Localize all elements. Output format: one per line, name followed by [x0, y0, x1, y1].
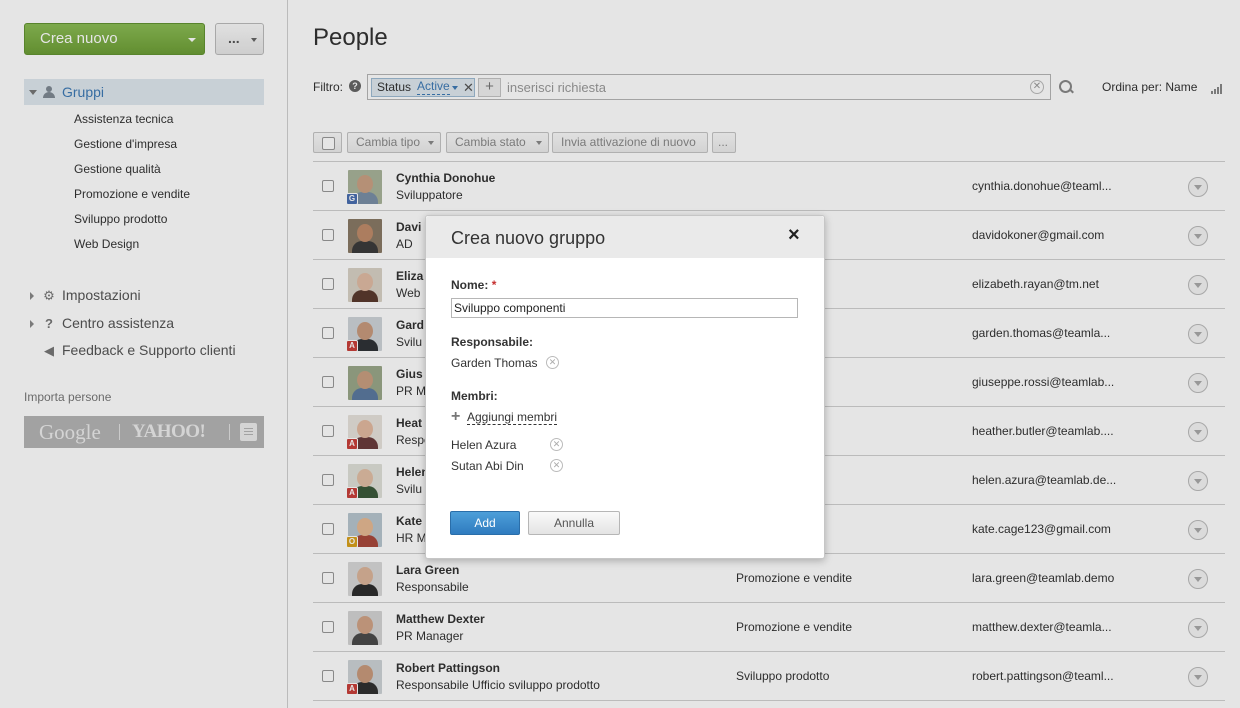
member-name: Helen Azura — [451, 438, 517, 452]
remove-member-icon[interactable]: ✕ — [550, 459, 563, 472]
remove-member-icon[interactable]: ✕ — [550, 438, 563, 451]
plus-icon: + — [451, 408, 461, 425]
dialog-header: Crea nuovo gruppo × — [426, 216, 824, 258]
name-label-text: Nome: — [451, 278, 489, 292]
dialog-title: Crea nuovo gruppo — [451, 228, 606, 248]
add-members-label: Aggiungi membri — [467, 410, 558, 425]
manager-name: Garden Thomas — [451, 356, 538, 370]
create-group-dialog: Crea nuovo gruppo × Nome: * Responsabile… — [425, 215, 825, 559]
close-icon[interactable]: × — [788, 225, 800, 245]
cancel-button[interactable]: Annulla — [528, 511, 620, 535]
members-label: Membri: — [451, 389, 498, 403]
group-name-input[interactable] — [451, 298, 798, 318]
name-field-label: Nome: * — [451, 278, 496, 292]
member-name: Sutan Abi Din — [451, 459, 524, 473]
manager-label: Responsabile: — [451, 335, 534, 349]
remove-manager-icon[interactable]: ✕ — [546, 356, 559, 369]
required-mark: * — [491, 278, 497, 292]
add-button[interactable]: Add — [450, 511, 520, 535]
